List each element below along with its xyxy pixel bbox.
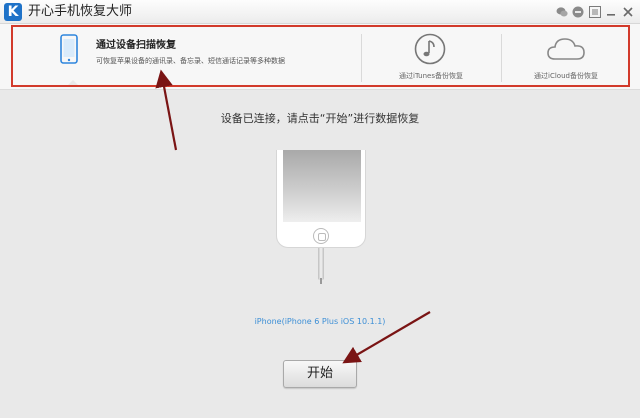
device-model: iPhone(iPhone 6 Plus iOS 10.1.1)	[254, 317, 386, 326]
phone-screen	[283, 150, 361, 222]
window-title: 开心手机恢复大师	[28, 4, 133, 19]
connected-device-illustration	[276, 150, 366, 248]
chat-icon[interactable]	[572, 6, 584, 18]
highlight-frame	[11, 25, 630, 87]
minimize-icon[interactable]	[605, 6, 617, 18]
home-button-icon	[313, 228, 329, 244]
start-button[interactable]: 开始	[283, 360, 357, 388]
connection-status: 设备已连接，请点击“开始”进行数据恢复	[220, 112, 420, 125]
cable-tip	[320, 278, 322, 284]
close-icon[interactable]	[622, 6, 634, 18]
wechat-icon[interactable]	[556, 6, 568, 18]
lightning-cable	[318, 248, 324, 280]
title-bar: K 开心手机恢复大师	[0, 0, 640, 24]
menu-icon[interactable]	[589, 6, 601, 18]
app-logo: K	[4, 3, 22, 21]
